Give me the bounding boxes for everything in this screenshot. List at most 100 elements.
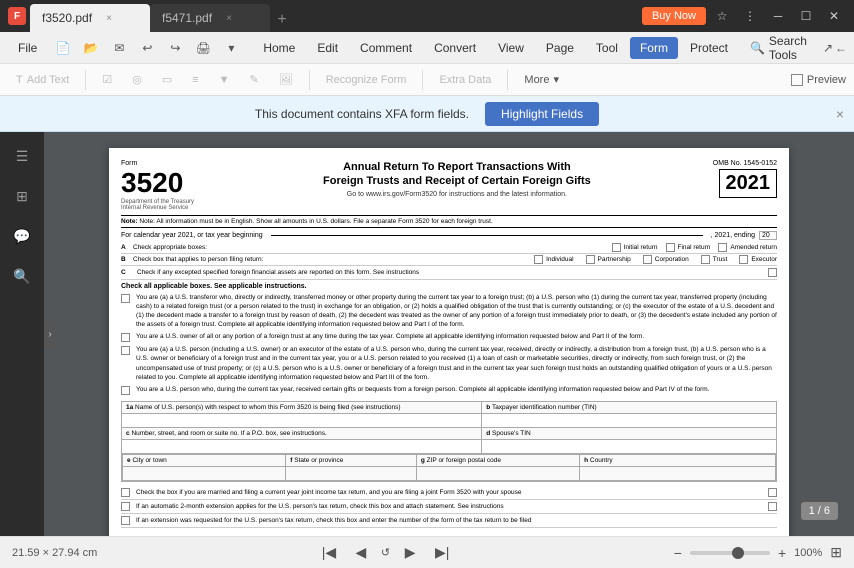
maximize-button[interactable]: ☐: [794, 4, 818, 28]
executor-checkbox[interactable]: [739, 255, 748, 264]
final-return-cb[interactable]: Final return: [666, 243, 711, 252]
icon-star[interactable]: ☆: [710, 4, 734, 28]
checkbox-icon-btn[interactable]: ☑: [94, 70, 120, 89]
checkbox-4[interactable]: [121, 386, 130, 395]
corporation-checkbox[interactable]: [643, 255, 652, 264]
preview-checkbox[interactable]: [791, 74, 803, 86]
open-file-icon[interactable]: 📂: [79, 36, 103, 60]
cell-d-input[interactable]: [482, 439, 777, 453]
menu-protect[interactable]: Protect: [680, 37, 738, 59]
menu-home[interactable]: Home: [253, 37, 305, 59]
extra-data-button[interactable]: Extra Data: [431, 71, 499, 89]
amended-return-checkbox[interactable]: [718, 243, 727, 252]
amended-return-cb[interactable]: Amended return: [718, 243, 777, 252]
field-icon-btn[interactable]: ▭: [154, 70, 180, 89]
dropdown-field-icon[interactable]: ▼: [211, 71, 238, 89]
first-page-button[interactable]: |◀: [317, 541, 341, 565]
trust-checkbox[interactable]: [701, 255, 710, 264]
tab-f5471[interactable]: f5471.pdf ×: [150, 4, 270, 32]
cell-f-label: f State or province: [286, 454, 417, 466]
redo-icon[interactable]: ↪: [163, 36, 187, 60]
cell-f-input[interactable]: [286, 466, 417, 480]
sign-icon-btn[interactable]: ✎: [242, 70, 267, 89]
sidebar-item-bookmark[interactable]: ☰: [6, 140, 38, 172]
undo-icon[interactable]: ↩: [135, 36, 159, 60]
tab-f5471-close[interactable]: ×: [222, 11, 236, 25]
individual-checkbox[interactable]: [534, 255, 543, 264]
more-options-icon[interactable]: ⋮: [738, 4, 762, 28]
next-page-button[interactable]: ▶: [398, 541, 422, 565]
tab-f3520[interactable]: f3520.pdf ×: [30, 4, 150, 32]
back-icon[interactable]: ←: [835, 36, 847, 60]
sidebar-item-search[interactable]: 🔍: [6, 260, 38, 292]
trust-cb[interactable]: Trust: [701, 255, 728, 264]
fit-page-icon[interactable]: ⊞: [830, 544, 842, 561]
print-icon[interactable]: 🖨: [191, 36, 215, 60]
footer-cb-2-end[interactable]: [768, 502, 777, 511]
form-number-block: Form 3520 Department of the Treasury Int…: [121, 160, 201, 211]
cell-e-input[interactable]: [123, 466, 286, 480]
corporation-cb[interactable]: Corporation: [643, 255, 689, 264]
buy-now-button[interactable]: Buy Now: [642, 7, 706, 25]
footer-cb-3[interactable]: [121, 516, 130, 525]
final-return-checkbox[interactable]: [666, 243, 675, 252]
row-c-checkbox[interactable]: [768, 268, 777, 277]
new-file-icon[interactable]: 📄: [51, 36, 75, 60]
footer-cb-1[interactable]: [121, 488, 130, 497]
toolbar: T Add Text ☑ ◎ ▭ ≡ ▼ ✎ 🖼 Recognize Form …: [0, 64, 854, 96]
checkbox-3[interactable]: [121, 346, 130, 355]
partnership-cb[interactable]: Partnership: [586, 255, 631, 264]
executor-cb[interactable]: Executor: [739, 255, 777, 264]
list-icon-btn[interactable]: ≡: [184, 71, 206, 89]
highlight-fields-button[interactable]: Highlight Fields: [485, 102, 599, 126]
document-area[interactable]: Form 3520 Department of the Treasury Int…: [44, 132, 854, 536]
menu-view[interactable]: View: [488, 37, 534, 59]
row-a-checkboxes: Initial return Final return Amended retu…: [612, 243, 777, 252]
zoom-slider[interactable]: [690, 551, 770, 555]
zoom-in-button[interactable]: +: [778, 545, 786, 561]
search-tools-button[interactable]: 🔍 Search Tools: [740, 30, 817, 66]
initial-return-cb[interactable]: Initial return: [612, 243, 658, 252]
initial-return-checkbox[interactable]: [612, 243, 621, 252]
footer-cb-2[interactable]: [121, 502, 130, 511]
sidebar-item-comments[interactable]: 💬: [6, 220, 38, 252]
cell-g-input[interactable]: [416, 466, 579, 480]
dropdown-icon[interactable]: ▾: [219, 36, 243, 60]
menu-tool[interactable]: Tool: [586, 37, 628, 59]
bottom-right: − + 100% ⊞: [674, 544, 842, 561]
cell-c-input[interactable]: [122, 439, 482, 453]
recognize-form-button[interactable]: Recognize Form: [318, 71, 415, 89]
menu-form[interactable]: Form: [630, 37, 678, 59]
email-icon[interactable]: ✉: [107, 36, 131, 60]
sub-table-efgh: e City or town f State or province g ZIP…: [122, 454, 776, 481]
notification-close-button[interactable]: ×: [836, 106, 844, 122]
footer-cb-1-end[interactable]: [768, 488, 777, 497]
share-icon[interactable]: ↗: [823, 36, 833, 60]
tab-f3520-close[interactable]: ×: [102, 11, 116, 25]
individual-cb[interactable]: Individual: [534, 255, 573, 264]
cell-1a-input[interactable]: [122, 413, 482, 427]
prev-page-button[interactable]: ◀: [349, 541, 373, 565]
checkbox-2[interactable]: [121, 333, 130, 342]
cell-h-input[interactable]: [580, 466, 776, 480]
menu-page[interactable]: Page: [536, 37, 584, 59]
more-button[interactable]: More ▾: [516, 70, 567, 89]
zoom-out-button[interactable]: −: [674, 545, 682, 561]
checkbox-1[interactable]: [121, 294, 130, 303]
circle-icon-btn[interactable]: ◎: [124, 70, 150, 89]
cell-1b-input[interactable]: [482, 413, 777, 427]
image-field-icon[interactable]: 🖼: [271, 70, 301, 89]
menu-edit[interactable]: Edit: [307, 37, 348, 59]
sidebar-expand-handle[interactable]: ›: [44, 320, 56, 348]
close-button[interactable]: ✕: [822, 4, 846, 28]
menu-convert[interactable]: Convert: [424, 37, 486, 59]
menu-file[interactable]: File: [8, 37, 47, 59]
form-subtitle: Go to www.irs.gov/Form3520 for instructi…: [209, 191, 705, 198]
last-page-button[interactable]: ▶|: [430, 541, 454, 565]
add-text-button[interactable]: T Add Text: [8, 71, 77, 89]
new-tab-button[interactable]: +: [270, 8, 294, 32]
minimize-button[interactable]: ─: [766, 4, 790, 28]
menu-comment[interactable]: Comment: [350, 37, 422, 59]
partnership-checkbox[interactable]: [586, 255, 595, 264]
sidebar-item-pages[interactable]: ⊞: [6, 180, 38, 212]
